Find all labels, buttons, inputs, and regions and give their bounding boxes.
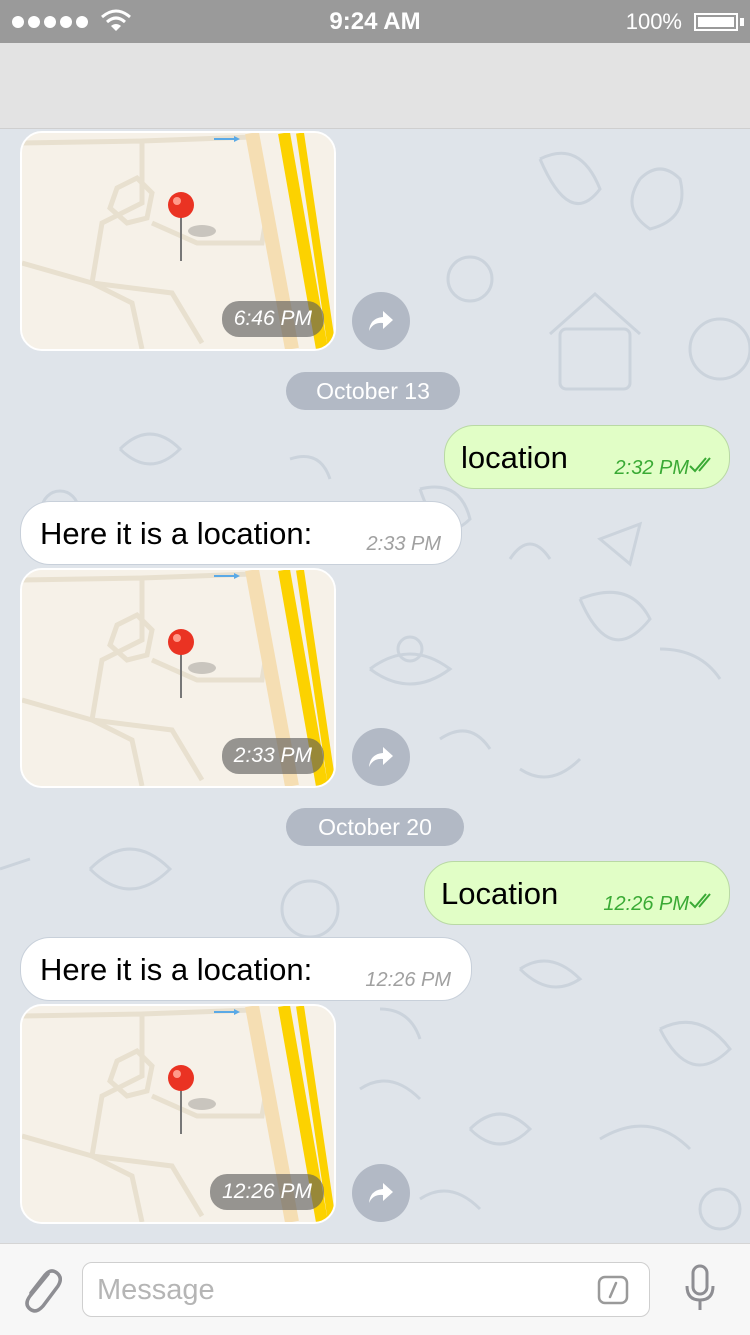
battery-tip: [740, 18, 744, 26]
share-button[interactable]: [352, 728, 410, 786]
message-time: 2:33 PM: [366, 533, 441, 555]
location-map-message[interactable]: 6:46 PM: [20, 131, 336, 351]
map-pin-icon: [168, 192, 194, 218]
message-time: 12:26 PM: [603, 893, 689, 915]
message-text: location: [461, 440, 568, 475]
share-button[interactable]: [352, 1164, 410, 1222]
microphone-icon[interactable]: [684, 1264, 716, 1314]
incoming-message[interactable]: Here it is a location: 2:33 PM: [20, 501, 462, 565]
double-check-icon: [689, 893, 711, 909]
paperclip-icon[interactable]: [18, 1264, 62, 1316]
location-map-message[interactable]: 2:33 PM: [20, 568, 336, 788]
slash-command-icon[interactable]: [597, 1275, 629, 1305]
status-bar: 9:24 AM 100%: [0, 0, 750, 43]
message-input-bar: [0, 1243, 750, 1335]
outgoing-message[interactable]: Location 12:26 PM: [424, 861, 730, 925]
message-time: 2:32 PM: [614, 457, 689, 479]
battery-percentage: 100%: [625, 9, 682, 34]
share-button[interactable]: [352, 292, 410, 350]
message-time: 2:33 PM: [221, 738, 324, 774]
message-time: 12:26 PM: [365, 969, 451, 991]
share-arrow-icon: [369, 747, 393, 767]
incoming-message[interactable]: Here it is a location: 12:26 PM: [20, 937, 472, 1001]
share-arrow-icon: [369, 1183, 393, 1203]
message-text: Here it is a location:: [40, 952, 313, 987]
outgoing-message[interactable]: location 2:32 PM: [444, 425, 730, 489]
map-pin-icon: [168, 629, 194, 655]
date-separator: October 13: [286, 372, 460, 410]
message-text: Location: [441, 876, 559, 911]
message-time: 12:26 PM: [210, 1174, 324, 1210]
navigation-bar: [0, 43, 750, 129]
battery-icon: [694, 13, 738, 31]
message-time: 6:46 PM: [221, 301, 324, 337]
message-text: Here it is a location:: [40, 516, 313, 551]
location-map-message[interactable]: 12:26 PM: [20, 1004, 336, 1224]
message-field[interactable]: [82, 1262, 650, 1317]
share-arrow-icon: [369, 311, 393, 331]
map-pin-icon: [168, 1065, 194, 1091]
message-input[interactable]: [95, 1271, 579, 1309]
double-check-icon: [689, 457, 711, 473]
chat-area[interactable]: 6:46 PM October 13 location 2:32 PM Here…: [0, 129, 750, 1243]
date-separator: October 20: [286, 808, 464, 846]
